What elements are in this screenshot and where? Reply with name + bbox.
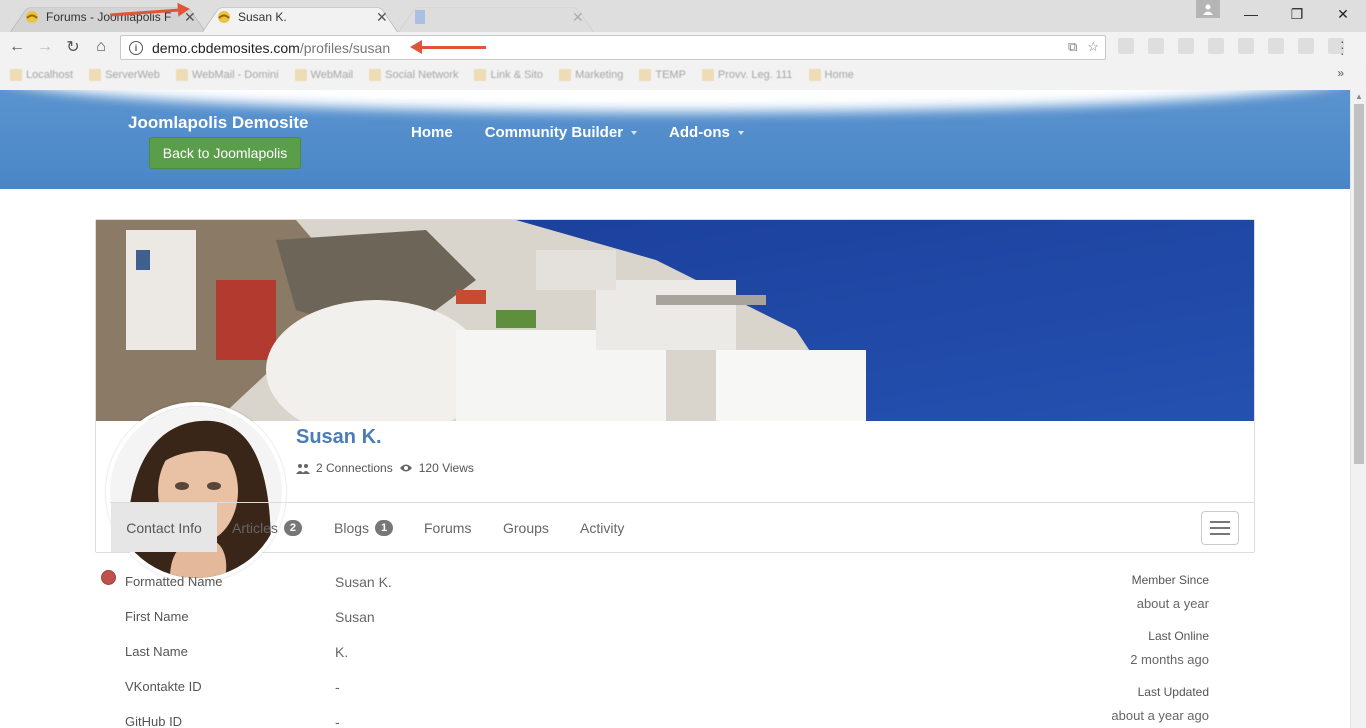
field-label: GitHub ID: [125, 714, 183, 728]
hamburger-menu-icon[interactable]: [1201, 511, 1239, 545]
field-value: Susan: [335, 609, 375, 625]
browser-chrome: Forums - Joomlapolis F ✕ Susan K. ✕ ✕ — …: [0, 0, 1366, 90]
joomlapolis-favicon-icon: [26, 11, 38, 23]
reload-icon[interactable]: ↻: [63, 37, 83, 57]
browser-tab-susan[interactable]: Susan K. ✕: [202, 2, 398, 33]
member-since-value: about a year: [1136, 596, 1209, 611]
browser-tab-forums[interactable]: Forums - Joomlapolis F ✕: [10, 2, 206, 33]
browser-tab-blurred[interactable]: ✕: [398, 2, 594, 33]
caret-down-icon: [631, 130, 638, 135]
google-docs-favicon-icon: [415, 10, 425, 24]
field-value: -: [335, 714, 340, 728]
url-path: /profiles/susan: [299, 39, 391, 56]
site-header: Joomlapolis Demosite Back to Joomlapolis…: [0, 90, 1350, 189]
more-bookmarks-icon[interactable]: »: [1337, 66, 1344, 80]
browser-menu-icon[interactable]: · · ·: [1340, 34, 1345, 60]
last-online-label: Last Online: [1148, 629, 1209, 643]
extension-icon[interactable]: [1208, 38, 1224, 54]
scroll-up-icon[interactable]: ▲: [1351, 90, 1366, 104]
web-page: Joomlapolis Demosite Back to Joomlapolis…: [0, 90, 1350, 728]
bookmark-item[interactable]: Provv. Leg. 111: [701, 69, 793, 81]
restore-icon[interactable]: ❐: [1274, 0, 1320, 28]
bookmark-item[interactable]: TEMP: [639, 69, 686, 81]
tab-forums[interactable]: Forums: [424, 503, 471, 552]
profile-tabs: Contact Info Articles 2 Blogs 1 Forums Gro…: [110, 502, 1255, 552]
field-label: Formatted Name: [125, 574, 223, 589]
nav-item-home[interactable]: Home: [411, 124, 453, 141]
extension-icon[interactable]: [1268, 38, 1284, 54]
translate-icon[interactable]: ⧉: [1068, 39, 1077, 55]
bookmark-item[interactable]: WebMail: [294, 69, 353, 81]
users-icon: [296, 463, 310, 474]
last-updated-label: Last Updated: [1137, 685, 1209, 699]
connections-count[interactable]: 2 Connections: [316, 461, 393, 475]
field-label: Last Name: [125, 644, 188, 659]
avatar[interactable]: [106, 402, 286, 582]
tab-contact-info[interactable]: Contact Info: [111, 503, 217, 552]
bookmark-item[interactable]: WebMail - Domini: [175, 69, 279, 81]
nav-item-community-builder[interactable]: Community Builder: [485, 124, 638, 141]
close-icon[interactable]: ✕: [572, 9, 584, 26]
extension-icons: [1118, 38, 1344, 54]
cover-photo: [96, 220, 1254, 421]
forward-arrow-icon[interactable]: →: [35, 37, 55, 57]
last-online-value: 2 months ago: [1130, 652, 1209, 667]
bookmark-star-icon[interactable]: ☆: [1087, 39, 1099, 55]
tab-articles[interactable]: Articles 2: [232, 503, 303, 552]
extension-icon[interactable]: [1178, 38, 1194, 54]
field-value: Susan K.: [335, 574, 392, 590]
profile-stats: 2 Connections 120 Views: [296, 461, 474, 475]
browser-profile-icon[interactable]: [1196, 0, 1220, 18]
profile-name: Susan K.: [296, 426, 382, 448]
bookmarks-bar: Localhost ServerWeb WebMail - Domini Web…: [0, 62, 1366, 88]
offline-status-indicator: [101, 570, 116, 585]
scroll-thumb[interactable]: [1354, 104, 1364, 464]
close-icon[interactable]: ✕: [376, 9, 388, 26]
field-value: -: [335, 679, 340, 695]
annotation-arrow: [410, 40, 486, 54]
extension-icon[interactable]: [1238, 38, 1254, 54]
field-value: K.: [335, 644, 349, 660]
field-label: VKontakte ID: [125, 679, 202, 694]
tab-strip: Forums - Joomlapolis F ✕ Susan K. ✕ ✕ — …: [0, 0, 1366, 33]
site-title[interactable]: Joomlapolis Demosite: [128, 113, 308, 133]
tab-title: Susan K.: [238, 10, 287, 24]
extension-icon[interactable]: [1118, 38, 1134, 54]
extension-icon[interactable]: [1298, 38, 1314, 54]
back-to-joomlapolis-button[interactable]: Back to Joomlapolis: [149, 137, 301, 169]
tab-activity[interactable]: Activity: [580, 503, 624, 552]
page-scrollbar[interactable]: ▲: [1350, 90, 1366, 728]
last-updated-value: about a year ago: [1111, 708, 1209, 723]
back-arrow-icon[interactable]: ←: [7, 37, 27, 57]
field-label: First Name: [125, 609, 189, 624]
views-count: 120 Views: [418, 461, 474, 475]
nav-item-add-ons[interactable]: Add-ons: [669, 124, 744, 141]
member-since-label: Member Since: [1131, 573, 1209, 587]
url-host: demo.cbdemosites.com: [152, 39, 300, 56]
bookmark-item[interactable]: Link & Sito: [474, 69, 543, 81]
caret-down-icon: [737, 130, 744, 135]
tab-groups[interactable]: Groups: [503, 503, 549, 552]
home-icon[interactable]: ⌂: [91, 37, 111, 57]
joomlapolis-favicon-icon: [218, 11, 230, 23]
bookmark-item[interactable]: Localhost: [10, 69, 73, 81]
bookmark-item[interactable]: Home: [808, 69, 854, 81]
minimize-icon[interactable]: —: [1228, 0, 1274, 28]
bookmark-item[interactable]: Marketing: [559, 69, 623, 81]
info-icon[interactable]: i: [129, 40, 143, 55]
bookmark-item[interactable]: ServerWeb: [89, 69, 160, 81]
eye-icon: [399, 464, 412, 472]
extension-icon[interactable]: [1148, 38, 1164, 54]
window-controls: — ❐ ✕: [1228, 0, 1366, 28]
browser-toolbar: ← → ↻ ⌂ i demo.cbdemosites.com/profiles/…: [0, 32, 1366, 62]
main-nav: Home Community Builder Add-ons: [411, 124, 744, 141]
bookmark-item[interactable]: Social Network: [369, 69, 458, 81]
address-bar[interactable]: i demo.cbdemosites.com/profiles/susan ⧉ …: [120, 35, 1106, 60]
articles-count-badge: 2: [283, 519, 303, 536]
blogs-count-badge: 1: [375, 519, 394, 536]
close-window-icon[interactable]: ✕: [1320, 0, 1366, 28]
tab-blogs[interactable]: Blogs 1: [334, 503, 394, 552]
